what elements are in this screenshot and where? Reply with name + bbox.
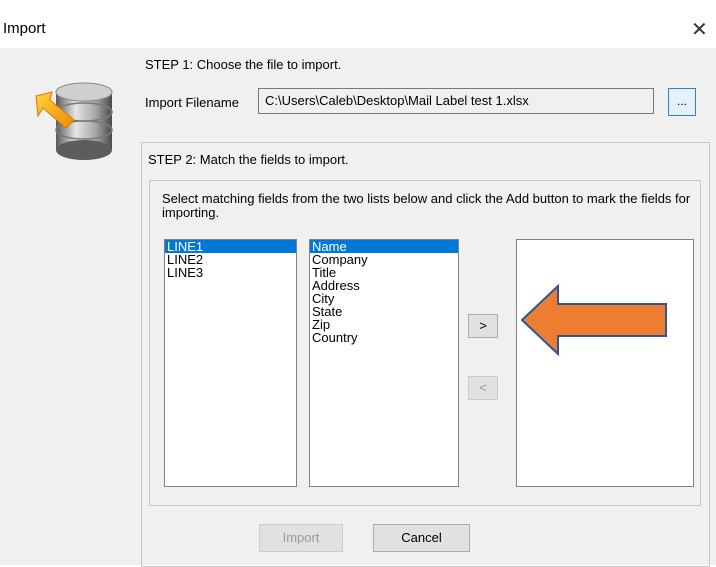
import-filename-label: Import Filename: [145, 95, 239, 110]
window-title: Import: [3, 20, 46, 37]
list-item[interactable]: LINE3: [165, 266, 296, 279]
database-import-icon: [35, 82, 113, 160]
pointer-arrow-icon: [520, 284, 667, 356]
import-filename-field[interactable]: C:\Users\Caleb\Desktop\Mail Label test 1…: [258, 88, 654, 114]
import-dialog: Import ✕ STEP 1: Choose the file to impo…: [0, 0, 716, 567]
list-item[interactable]: State: [310, 305, 458, 318]
close-icon[interactable]: ✕: [691, 17, 708, 41]
title-bar: Import ✕: [0, 12, 716, 48]
remove-field-button[interactable]: <: [468, 376, 498, 400]
source-fields-list[interactable]: LINE1 LINE2 LINE3: [164, 239, 297, 487]
matching-instructions: Select matching fields from the two list…: [162, 191, 691, 220]
step1-heading: STEP 1: Choose the file to import.: [145, 57, 342, 72]
step2-heading: STEP 2: Match the fields to import.: [148, 152, 349, 167]
mapped-fields-list[interactable]: [516, 239, 694, 487]
cancel-button[interactable]: Cancel: [373, 524, 470, 552]
add-field-button[interactable]: >: [468, 314, 498, 338]
list-item[interactable]: Country: [310, 331, 458, 344]
dialog-body: STEP 1: Choose the file to import. Impor…: [0, 48, 716, 567]
import-button[interactable]: Import: [259, 524, 343, 552]
target-fields-list[interactable]: Name Company Title Address City State Zi…: [309, 239, 459, 487]
browse-button[interactable]: ...: [668, 88, 696, 116]
